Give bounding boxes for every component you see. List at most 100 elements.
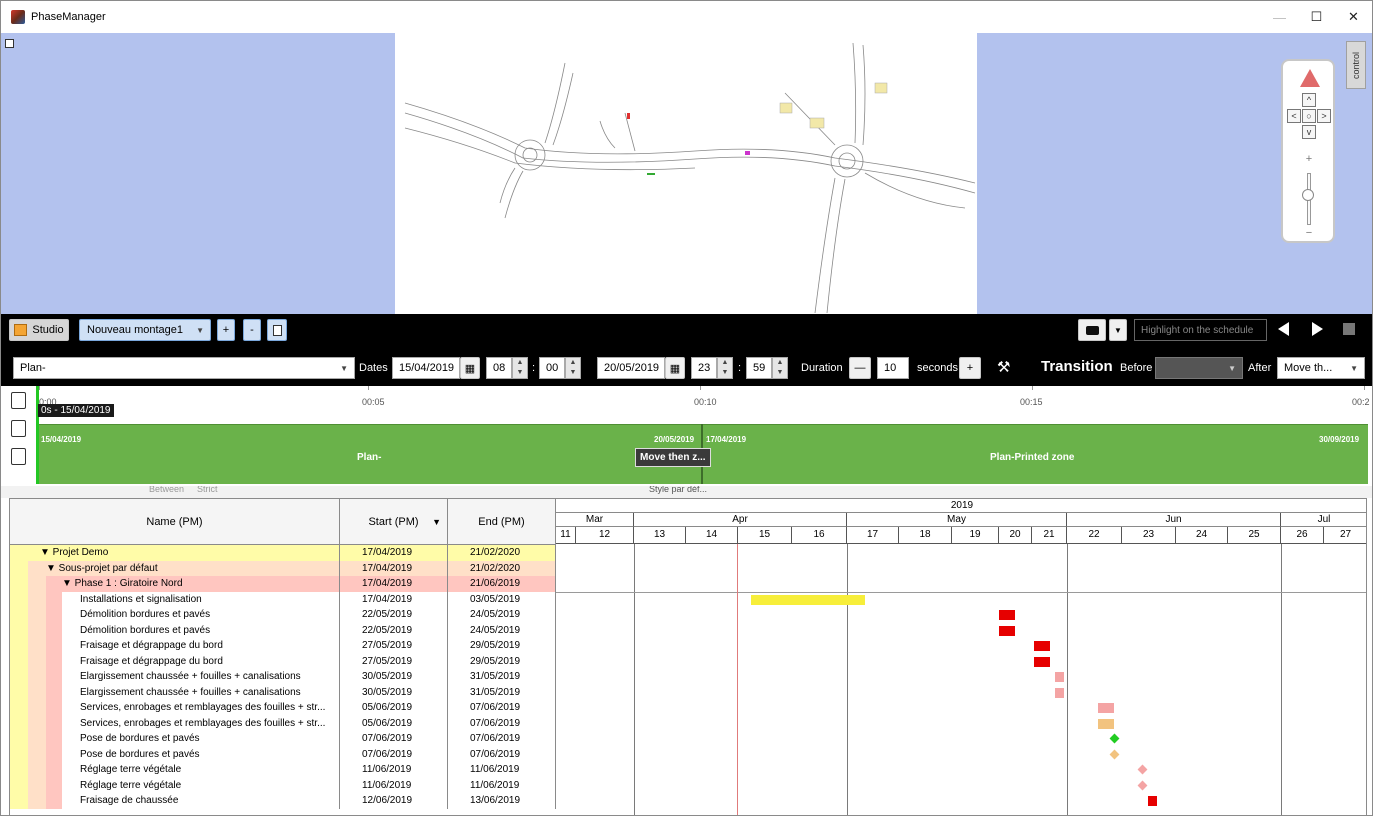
table-row[interactable]: ▼ Phase 1 : Giratoire Nord 17/04/2019 21/0… [10,576,556,592]
table-row[interactable]: ▼ Sous-projet par défaut 17/04/2019 21/02/… [10,560,556,576]
start-date-cell: 11/06/2019 [340,777,448,793]
table-row[interactable]: Elargissement chaussée + fouilles + cana… [10,684,556,700]
duration-increase-button[interactable]: + [959,357,981,379]
table-row[interactable]: Réglage terre végétale 11/06/2019 11/06/20… [10,762,556,778]
milestone-diamond[interactable] [1137,764,1148,775]
start-column-header[interactable]: Start (PM) ▼ [340,499,448,545]
end-calendar-icon[interactable]: ▦ [665,357,685,379]
viewport-checkbox[interactable] [5,39,14,48]
task-bar[interactable] [1055,672,1064,682]
segment2-label[interactable]: Plan-Printed zone [990,452,1074,463]
north-arrow-icon[interactable] [1300,69,1320,87]
duration-input[interactable]: 10 [877,357,909,379]
minimize-button[interactable]: — [1261,1,1298,33]
map-viewport[interactable]: control ^ < ○ > v + − [1,33,1372,314]
milestone-diamond[interactable] [1109,733,1120,744]
zoom-in-icon[interactable]: + [1303,153,1315,165]
task-bar[interactable] [999,625,1015,636]
play-icon[interactable] [1312,322,1323,336]
task-bar[interactable] [1034,641,1050,651]
milestone-diamond[interactable] [1137,780,1148,790]
transition-tag[interactable]: Move then z... [635,448,711,467]
after-select-value: Move th... [1284,362,1333,374]
playhead[interactable] [36,386,39,484]
start-date-cell: 17/04/2019 [340,560,448,576]
table-row[interactable]: Services, enrobages et remblayages des f… [10,700,556,716]
studio-button[interactable]: Studio [9,319,69,341]
table-row[interactable]: Installations et signalisation 17/04/2019… [10,591,556,607]
add-montage-button[interactable]: + [217,319,235,341]
task-bar[interactable] [1098,703,1114,713]
control-panel-tab[interactable]: control [1346,41,1366,89]
plan-select[interactable]: Plan- ▼ [13,357,355,379]
camera-dropdown-button[interactable]: ▼ [1109,319,1127,341]
end-column-header[interactable]: End (PM) [448,499,556,545]
table-row[interactable]: Pose de bordures et pavés 07/06/2019 07/06… [10,746,556,762]
table-row[interactable]: Services, enrobages et remblayages des f… [10,715,556,731]
table-row[interactable]: Réglage terre végétale 11/06/2019 11/06/20… [10,777,556,793]
before-transition-select[interactable]: ▼ [1155,357,1243,379]
task-bar[interactable] [751,594,865,605]
reset-view-icon[interactable]: ○ [1302,109,1316,123]
road-plan-canvas[interactable] [395,33,977,314]
table-row[interactable]: Démolition bordures et pavés 22/05/2019 24… [10,622,556,638]
pan-down-icon[interactable]: v [1302,125,1316,139]
montage-select[interactable]: Nouveau montage1 ▼ [79,319,211,341]
highlight-schedule-input[interactable]: Highlight on the schedule [1134,319,1267,341]
end-minute-spinner[interactable]: ▲ ▼ [772,357,788,379]
table-row[interactable]: Fraisage de chaussée 12/06/2019 13/06/2019 [10,793,556,809]
close-button[interactable]: ✕ [1335,1,1372,33]
task-bar[interactable] [1148,796,1157,806]
table-row[interactable]: Elargissement chaussée + fouilles + cana… [10,669,556,685]
task-bar[interactable] [1098,718,1114,729]
split-icon[interactable] [11,420,26,437]
remove-montage-button[interactable]: - [243,319,261,341]
duration-decrease-button[interactable]: — [849,357,871,379]
between-label: Between [149,486,185,494]
month-header: Mar [556,513,634,527]
start-hour-spinner[interactable]: ▲ ▼ [512,357,528,379]
export-icon [272,324,282,336]
sort-desc-icon[interactable]: ▼ [432,517,441,527]
time-ruler[interactable]: 0:00 00:05 00:10 00:15 00:2 [36,386,1372,424]
milestone-diamond[interactable] [1109,749,1120,759]
pan-right-icon[interactable]: > [1317,109,1331,123]
pan-left-icon[interactable]: < [1287,109,1301,123]
add-sequence-icon[interactable] [11,392,26,409]
zoom-out-icon[interactable]: − [1303,227,1315,239]
previous-icon[interactable] [1278,322,1289,336]
tools-icon[interactable]: ⚒ [997,358,1010,376]
end-minute-input[interactable]: 59 [746,357,772,379]
camera-button[interactable] [1078,319,1106,341]
maximize-button[interactable]: ☐ [1298,1,1335,33]
end-date-input[interactable]: 20/05/2019 [597,357,665,379]
task-bar[interactable] [1055,687,1064,698]
task-bar[interactable] [999,610,1015,620]
name-column-header[interactable]: Name (PM) [10,499,340,545]
end-hour-input[interactable]: 23 [691,357,717,379]
gantt-chart[interactable]: 2019 Mar Apr May Jun Jul 11 12 13 14 15 16 17 18 19 20… [556,499,1366,815]
after-label: After [1248,362,1272,374]
after-transition-select[interactable]: Move th... ▼ [1277,357,1365,379]
table-row[interactable]: Démolition bordures et pavés 22/05/2019 24… [10,607,556,623]
pan-up-icon[interactable]: ^ [1302,93,1316,107]
zoom-slider-knob[interactable] [1302,189,1314,201]
stop-icon[interactable] [1343,323,1355,335]
start-minute-spinner[interactable]: ▲ ▼ [565,357,581,379]
table-row[interactable]: Fraisage et dégrappage du bord 27/05/2019… [10,638,556,654]
task-bar[interactable] [1034,656,1050,667]
table-row[interactable]: Pose de bordures et pavés 07/06/2019 07/06… [10,731,556,747]
start-date-input[interactable]: 15/04/2019 [392,357,460,379]
start-date-cell: 17/04/2019 [340,576,448,592]
table-row[interactable]: ▼ Projet Demo 17/04/2019 21/02/2020 [10,545,556,561]
end-hour-spinner[interactable]: ▲ ▼ [717,357,733,379]
table-row[interactable]: Fraisage et dégrappage du bord 27/05/2019… [10,653,556,669]
start-minute-input[interactable]: 00 [539,357,565,379]
style-select[interactable]: Style par déf... [649,486,707,494]
start-hour-input[interactable]: 08 [486,357,512,379]
export-icon[interactable] [11,448,26,465]
segment1-label[interactable]: Plan- [357,452,381,463]
export-montage-button[interactable] [267,319,287,341]
start-calendar-icon[interactable]: ▦ [460,357,480,379]
seconds-label: seconds [917,362,958,374]
